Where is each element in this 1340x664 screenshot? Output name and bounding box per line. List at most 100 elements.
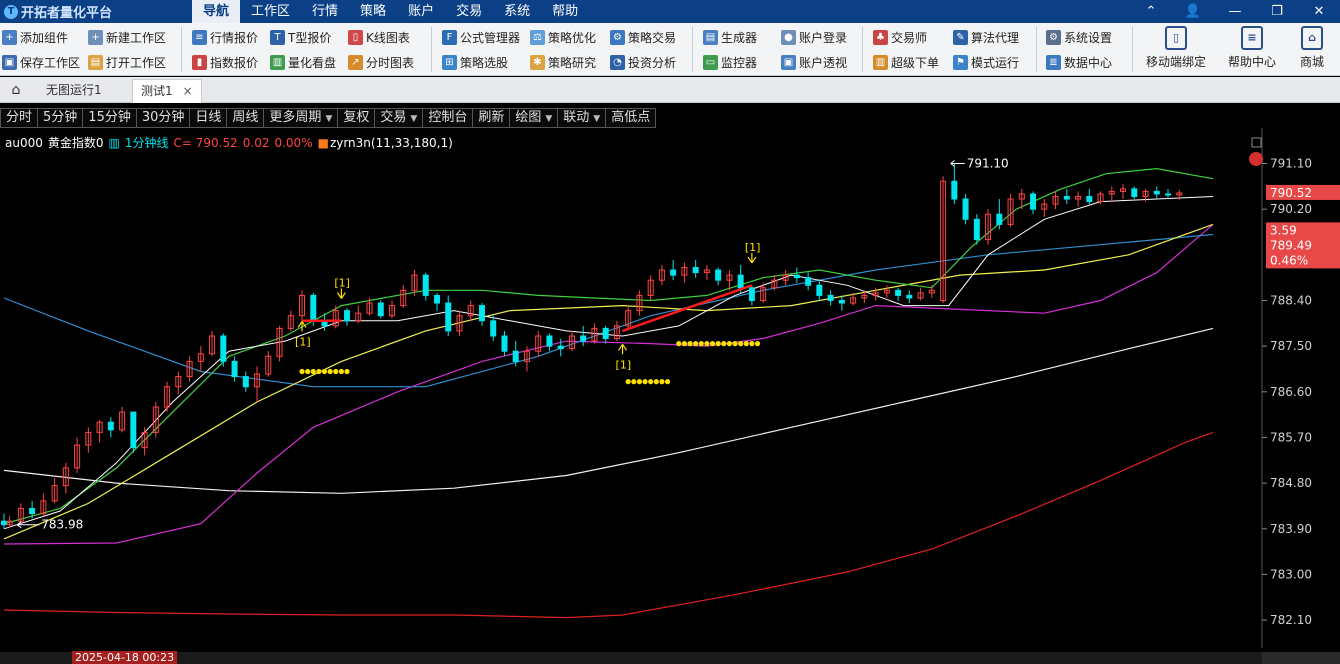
period-30min-button[interactable]: 30分钟	[135, 108, 190, 128]
index-quote-button[interactable]: ▮ 指数报价	[192, 52, 258, 72]
last-price-value: 790.52	[1270, 186, 1312, 200]
collapse-ribbon-icon[interactable]: ⌃	[1130, 0, 1172, 23]
signal-label: [1]	[616, 358, 632, 371]
menu-account[interactable]: 账户	[397, 0, 445, 23]
tab-test1[interactable]: 测试1 ×	[132, 79, 202, 103]
scroll-right-area[interactable]	[1262, 652, 1340, 664]
menu-strategy[interactable]: 策略	[349, 0, 397, 23]
period-5min-button[interactable]: 5分钟	[37, 108, 83, 128]
menu-navigation[interactable]: 导航	[192, 0, 241, 23]
signal-dot	[732, 341, 738, 347]
menu-help[interactable]: 帮助	[541, 0, 589, 23]
tab-no-chart-run[interactable]: 无图运行1	[38, 79, 110, 103]
period-timeshare-button[interactable]: 分时	[0, 108, 38, 128]
menu-system[interactable]: 系统	[493, 0, 541, 23]
close-button[interactable]: ✕	[1298, 0, 1340, 23]
candle-down	[895, 289, 902, 296]
data-center-button[interactable]: ≣ 数据中心	[1046, 52, 1112, 72]
save-workspace-button[interactable]: ▣ 保存工作区	[2, 52, 80, 72]
investment-analysis-button[interactable]: ◔ 投资分析	[610, 52, 676, 72]
system-settings-button[interactable]: ⚙ 系统设置	[1046, 27, 1112, 47]
close-price-label: C= 790.52	[173, 135, 238, 150]
period-15min-button[interactable]: 15分钟	[82, 108, 136, 128]
candle-down	[1131, 188, 1138, 197]
indicator-name: zyrn3n(11,33,180,1)	[329, 135, 453, 150]
open-workspace-button[interactable]: ▤ 打开工作区	[88, 52, 166, 72]
generator-button[interactable]: ▤ 生成器	[703, 27, 757, 47]
quant-board-icon: ▥	[270, 54, 285, 70]
strategy-optimize-button[interactable]: ⚖ 策略优化	[530, 27, 596, 47]
link-dropdown[interactable]: 联动 ▼	[557, 108, 606, 128]
dropdown-arrow-icon: ▼	[410, 114, 418, 124]
help-center-button[interactable]: ≡ 帮助中心	[1222, 26, 1282, 74]
alert-face-icon	[1249, 152, 1263, 166]
monitor-button[interactable]: ▭ 监控器	[703, 52, 757, 72]
new-workspace-button[interactable]: + 新建工作区	[88, 27, 166, 47]
signal-dot	[648, 379, 654, 385]
signal-dot	[664, 379, 671, 385]
period-weekly-button[interactable]: 周线	[226, 108, 264, 128]
signal-dot	[715, 341, 721, 347]
horizontal-scrollbar[interactable]	[0, 652, 1262, 664]
period-daily-button[interactable]: 日线	[189, 108, 227, 128]
strategy-research-button[interactable]: ✱ 策略研究	[530, 52, 596, 72]
account-login-button[interactable]: ● 账户登录	[781, 27, 847, 47]
more-periods-dropdown[interactable]: 更多周期 ▼	[263, 108, 338, 128]
refresh-button[interactable]: 刷新	[472, 108, 510, 128]
signal-dot	[310, 368, 316, 375]
t-quote-button[interactable]: T T型报价	[270, 27, 331, 47]
market-quote-button[interactable]: ≡ 行情报价	[192, 27, 258, 47]
user-icon[interactable]: 👤	[1172, 0, 1214, 23]
market-quote-icon: ≡	[192, 29, 207, 45]
y-tick-label: 783.90	[1270, 522, 1312, 536]
ribbon-separator	[862, 27, 863, 72]
close-icon[interactable]: ×	[183, 84, 193, 98]
kline-chart-canvas[interactable]: 791.10 790.20 788.40 787.50 786.60 785.70 784.…	[0, 128, 1340, 664]
menu-quotes[interactable]: 行情	[301, 0, 349, 23]
candle-down	[1030, 193, 1037, 210]
restore-button[interactable]: ❐	[1256, 0, 1298, 23]
mode-run-icon: ⚑	[953, 54, 968, 70]
add-component-button[interactable]: + 添加组件	[2, 27, 68, 47]
super-order-icon: ▥	[873, 54, 888, 70]
account-view-icon: ▣	[781, 54, 796, 70]
strategy-optimize-icon: ⚖	[530, 29, 545, 45]
kline-chart-panel[interactable]: 791.10 790.20 788.40 787.50 786.60 785.70 784.…	[0, 128, 1340, 664]
signal-dot	[344, 368, 350, 375]
buy-arrow-icon	[297, 321, 307, 332]
timeshare-chart-button[interactable]: ↗ 分时图表	[348, 52, 414, 72]
account-view-button[interactable]: ▣ 账户透视	[781, 52, 847, 72]
trader-button[interactable]: ♣ 交易师	[873, 27, 927, 47]
trade-dropdown[interactable]: 交易 ▼	[374, 108, 423, 128]
high-low-button[interactable]: 高低点	[605, 108, 657, 128]
console-button[interactable]: 控制台	[422, 108, 473, 128]
draw-dropdown[interactable]: 绘图 ▼	[509, 108, 558, 128]
algo-agent-button[interactable]: ✎ 算法代理	[953, 27, 1019, 47]
formula-manager-icon: F	[442, 29, 457, 45]
mobile-bind-button[interactable]: ▯ 移动端绑定	[1141, 26, 1211, 74]
strategy-trade-button[interactable]: ⚙ 策略交易	[610, 27, 676, 47]
minimize-button[interactable]: —	[1214, 0, 1256, 23]
ma-line-whiteThin	[3, 196, 1214, 530]
store-button[interactable]: ⌂ 商城	[1290, 26, 1334, 74]
signal-label: [1]	[295, 335, 311, 348]
kline-chart-button[interactable]: ▯ K线图表	[348, 27, 410, 47]
candle-down	[1063, 195, 1070, 200]
formula-manager-button[interactable]: F 公式管理器	[442, 27, 520, 47]
title-bar: T 开拓者量化平台 导航 工作区 行情 策略 账户 交易 系统 帮助 ⌃ 👤 —…	[0, 0, 1340, 23]
adjust-button[interactable]: 复权	[337, 108, 375, 128]
menu-workspace[interactable]: 工作区	[240, 0, 301, 23]
change-percent: 0.00%	[274, 135, 313, 150]
strategy-trade-icon: ⚙	[610, 29, 625, 45]
menu-trade[interactable]: 交易	[445, 0, 493, 23]
mode-run-button[interactable]: ⚑ 模式运行	[953, 52, 1019, 72]
signal-dot	[327, 368, 333, 375]
candle-down	[1, 520, 7, 526]
super-order-button[interactable]: ▥ 超级下单	[873, 52, 939, 72]
quant-board-button[interactable]: ▥ 量化看盘	[270, 52, 336, 72]
trader-icon: ♣	[873, 29, 888, 45]
candle-down	[1165, 193, 1172, 196]
change-value: 0.02	[242, 135, 270, 150]
home-icon[interactable]: ⌂	[0, 77, 32, 103]
strategy-screening-button[interactable]: ⊞ 策略选股	[442, 52, 508, 72]
